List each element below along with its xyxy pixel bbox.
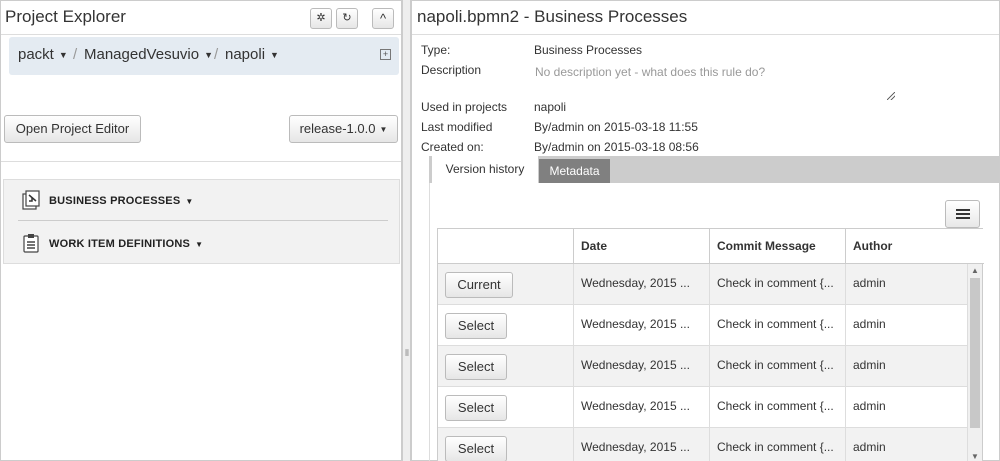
asset-group-work-item-definitions[interactable]: WORK ITEM DEFINITIONS ▼: [18, 230, 388, 260]
tab-bar: Version history Metadata: [429, 156, 1000, 183]
table-cell-author: admin: [845, 387, 968, 428]
type-label: Type:: [421, 43, 451, 57]
column-header-date[interactable]: Date: [573, 229, 709, 264]
table-cell-date: Wednesday, 2015 ...: [573, 346, 709, 387]
caret-down-icon: ▼: [195, 240, 204, 249]
project-explorer-header: Project Explorer ✲ ↻ ^: [1, 1, 401, 35]
table-header: Date Commit Message Author: [438, 229, 984, 264]
refresh-icon[interactable]: ↻: [336, 8, 358, 29]
table-cell-action: Select: [438, 305, 573, 346]
breadcrumb-label: napoli: [225, 46, 266, 63]
breadcrumb-item-organization[interactable]: packt ▼: [18, 46, 68, 63]
splitter-grip-icon[interactable]: ⦀: [405, 348, 409, 359]
asset-details-header: napoli.bpmn2 - Business Processes: [412, 1, 999, 35]
scroll-thumb[interactable]: [970, 278, 980, 428]
work-item-icon: [23, 234, 39, 253]
project-explorer-panel: Project Explorer ✲ ↻ ^ packt ▼ / ManagedV…: [0, 0, 402, 461]
branch-select[interactable]: release-1.0.0 ▼: [289, 115, 398, 143]
table-cell-author: admin: [845, 346, 968, 387]
breadcrumb-separator: /: [214, 46, 219, 63]
description-placeholder: No description yet - what does this rule…: [535, 65, 766, 79]
select-button[interactable]: Select: [445, 313, 507, 339]
select-button[interactable]: Select: [445, 436, 507, 461]
panel-title: napoli.bpmn2 - Business Processes: [417, 7, 688, 26]
asset-details-panel: napoli.bpmn2 - Business Processes Type: …: [411, 0, 1000, 461]
asset-groups: BUSINESS PROCESSES ▼ WORK ITEM DEFINITION…: [3, 179, 400, 264]
table-row: Select Wednesday, 2015 ... Check in comm…: [438, 387, 968, 428]
last-modified-value: By/admin on 2015-03-18 11:55: [534, 120, 698, 134]
caret-down-icon: ▼: [185, 197, 194, 206]
caret-down-icon: ▼: [204, 50, 214, 61]
divider: [1, 161, 401, 162]
used-in-projects-value: napoli: [534, 100, 567, 114]
table-row: Select Wednesday, 2015 ... Check in comm…: [438, 346, 968, 387]
table-cell-author: admin: [845, 264, 968, 305]
created-on-value: By/admin on 2015-03-18 08:56: [534, 140, 699, 154]
description-label: Description: [421, 63, 482, 77]
description-field[interactable]: No description yet - what does this rule…: [534, 63, 896, 101]
table-cell-commit-message: Check in comment {...: [709, 387, 845, 428]
version-history-table: Date Commit Message Author Current Wedne…: [437, 228, 984, 461]
chevron-up-icon[interactable]: ^: [372, 8, 394, 29]
table-cell-date: Wednesday, 2015 ...: [573, 428, 709, 461]
column-picker-button[interactable]: [945, 200, 980, 228]
select-button[interactable]: Select: [445, 395, 507, 421]
current-button[interactable]: Current: [445, 272, 513, 298]
asset-group-label-text: BUSINESS PROCESSES: [49, 195, 181, 207]
table-cell-author: admin: [845, 428, 968, 461]
breadcrumb-label: ManagedVesuvio: [84, 46, 200, 63]
table-cell-author: admin: [845, 305, 968, 346]
breadcrumb-separator: /: [73, 46, 78, 63]
table-cell-action: Select: [438, 387, 573, 428]
breadcrumb-item-project[interactable]: napoli ▼: [225, 46, 279, 63]
tab-metadata[interactable]: Metadata: [539, 159, 610, 183]
panel-title: Project Explorer: [5, 7, 126, 26]
last-modified-label: Last modified: [421, 120, 493, 134]
table-row: Current Wednesday, 2015 ... Check in com…: [438, 264, 968, 305]
table-scrollbar[interactable]: ▲ ▼: [967, 264, 982, 461]
branch-select-value: release-1.0.0: [299, 121, 376, 136]
caret-down-icon: ▼: [58, 50, 68, 61]
table-cell-date: Wednesday, 2015 ...: [573, 305, 709, 346]
table-row: Select Wednesday, 2015 ... Check in comm…: [438, 428, 968, 461]
table-cell-commit-message: Check in comment {...: [709, 346, 845, 387]
type-value: Business Processes: [534, 43, 643, 57]
table-cell-date: Wednesday, 2015 ...: [573, 387, 709, 428]
column-header-action: [438, 229, 573, 264]
expand-icon[interactable]: +: [380, 49, 391, 60]
business-process-icon: [22, 190, 40, 210]
created-on-label: Created on:: [421, 140, 484, 154]
caret-down-icon: ▼: [270, 50, 279, 61]
asset-group-label: BUSINESS PROCESSES ▼: [49, 195, 193, 207]
list-icon: [956, 209, 970, 219]
table-cell-action: Select: [438, 428, 573, 461]
asset-group-business-processes[interactable]: BUSINESS PROCESSES ▼: [18, 187, 388, 221]
used-in-projects-label: Used in projects: [421, 100, 508, 114]
table-cell-date: Wednesday, 2015 ...: [573, 264, 709, 305]
select-button[interactable]: Select: [445, 354, 507, 380]
caret-down-icon: ▼: [379, 124, 388, 134]
scroll-down-icon[interactable]: ▼: [971, 452, 979, 461]
asset-group-label-text: WORK ITEM DEFINITIONS: [49, 238, 191, 250]
asset-group-label: WORK ITEM DEFINITIONS ▼: [49, 238, 203, 250]
breadcrumb: packt ▼ / ManagedVesuvio ▼ / napoli ▼ +: [9, 37, 399, 75]
table-cell-commit-message: Check in comment {...: [709, 305, 845, 346]
table-cell-action: Current: [438, 264, 573, 305]
column-header-author[interactable]: Author: [845, 229, 984, 264]
table-row: Select Wednesday, 2015 ... Check in comm…: [438, 305, 968, 346]
tab-version-history[interactable]: Version history: [432, 156, 538, 183]
table-cell-commit-message: Check in comment {...: [709, 264, 845, 305]
table-cell-commit-message: Check in comment {...: [709, 428, 845, 461]
column-header-commit-message[interactable]: Commit Message: [709, 229, 845, 264]
resize-grip-icon[interactable]: [887, 92, 895, 100]
table-cell-action: Select: [438, 346, 573, 387]
version-history-content: Date Commit Message Author Current Wedne…: [429, 183, 1000, 461]
open-project-editor-button[interactable]: Open Project Editor: [4, 115, 141, 143]
scroll-up-icon[interactable]: ▲: [971, 266, 979, 275]
breadcrumb-item-repository[interactable]: ManagedVesuvio ▼: [84, 46, 213, 63]
gear-icon[interactable]: ✲: [310, 8, 332, 29]
panel-splitter[interactable]: ⦀: [402, 0, 411, 461]
breadcrumb-label: packt: [18, 46, 54, 63]
